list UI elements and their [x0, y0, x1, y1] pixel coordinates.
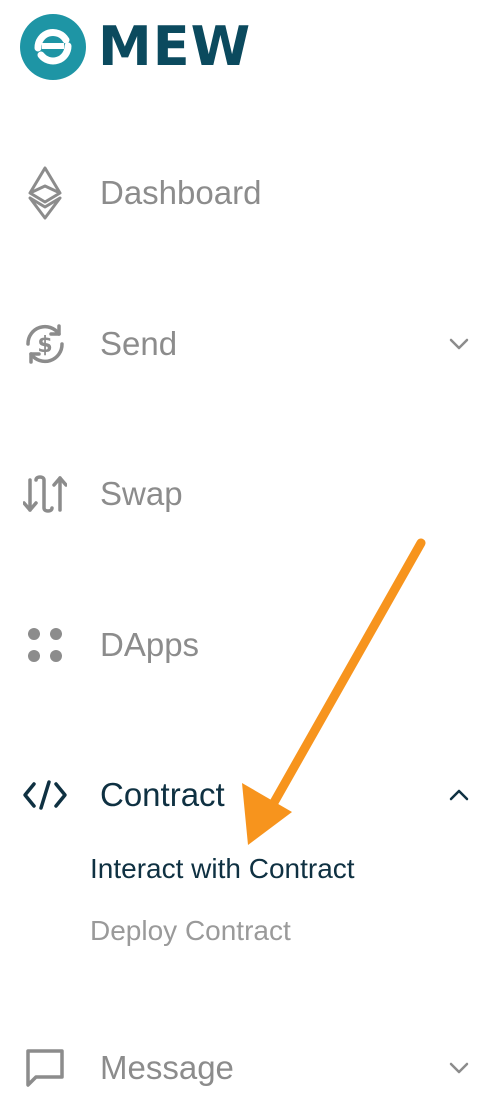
svg-text:$: $ — [37, 333, 52, 358]
nav-item-dapps[interactable]: DApps — [0, 610, 492, 680]
swap-arrows-icon — [22, 468, 68, 520]
ethereum-icon — [22, 166, 68, 220]
nav-item-swap[interactable]: Swap — [0, 459, 492, 529]
nav-label-message: Message — [100, 1049, 234, 1086]
nav-item-send[interactable]: $ Send — [0, 309, 492, 379]
chevron-down-icon[interactable] — [446, 1055, 472, 1081]
chevron-up-icon[interactable] — [446, 782, 472, 808]
mew-logo-icon — [20, 14, 86, 80]
dollar-cycle-icon: $ — [22, 318, 68, 370]
brand-name: MEW — [98, 15, 252, 78]
submenu-interact-with-contract[interactable]: Interact with Contract — [90, 853, 355, 885]
submenu-deploy-contract[interactable]: Deploy Contract — [90, 915, 291, 947]
nav-label-send: Send — [100, 325, 178, 362]
nav-label-dashboard: Dashboard — [100, 174, 262, 211]
four-dots-icon — [22, 619, 68, 671]
nav-label-swap: Swap — [100, 475, 183, 512]
mew-logo[interactable]: MEW — [20, 14, 251, 80]
nav-label-dapps: DApps — [100, 626, 200, 663]
nav-label-contract: Contract — [100, 776, 225, 813]
code-icon — [22, 769, 68, 821]
nav-item-contract[interactable]: Contract — [0, 760, 492, 830]
chevron-down-icon[interactable] — [446, 331, 472, 357]
nav-item-message[interactable]: Message — [0, 1033, 492, 1103]
nav-item-dashboard[interactable]: Dashboard — [0, 158, 492, 228]
chat-bubble-icon — [22, 1042, 68, 1094]
